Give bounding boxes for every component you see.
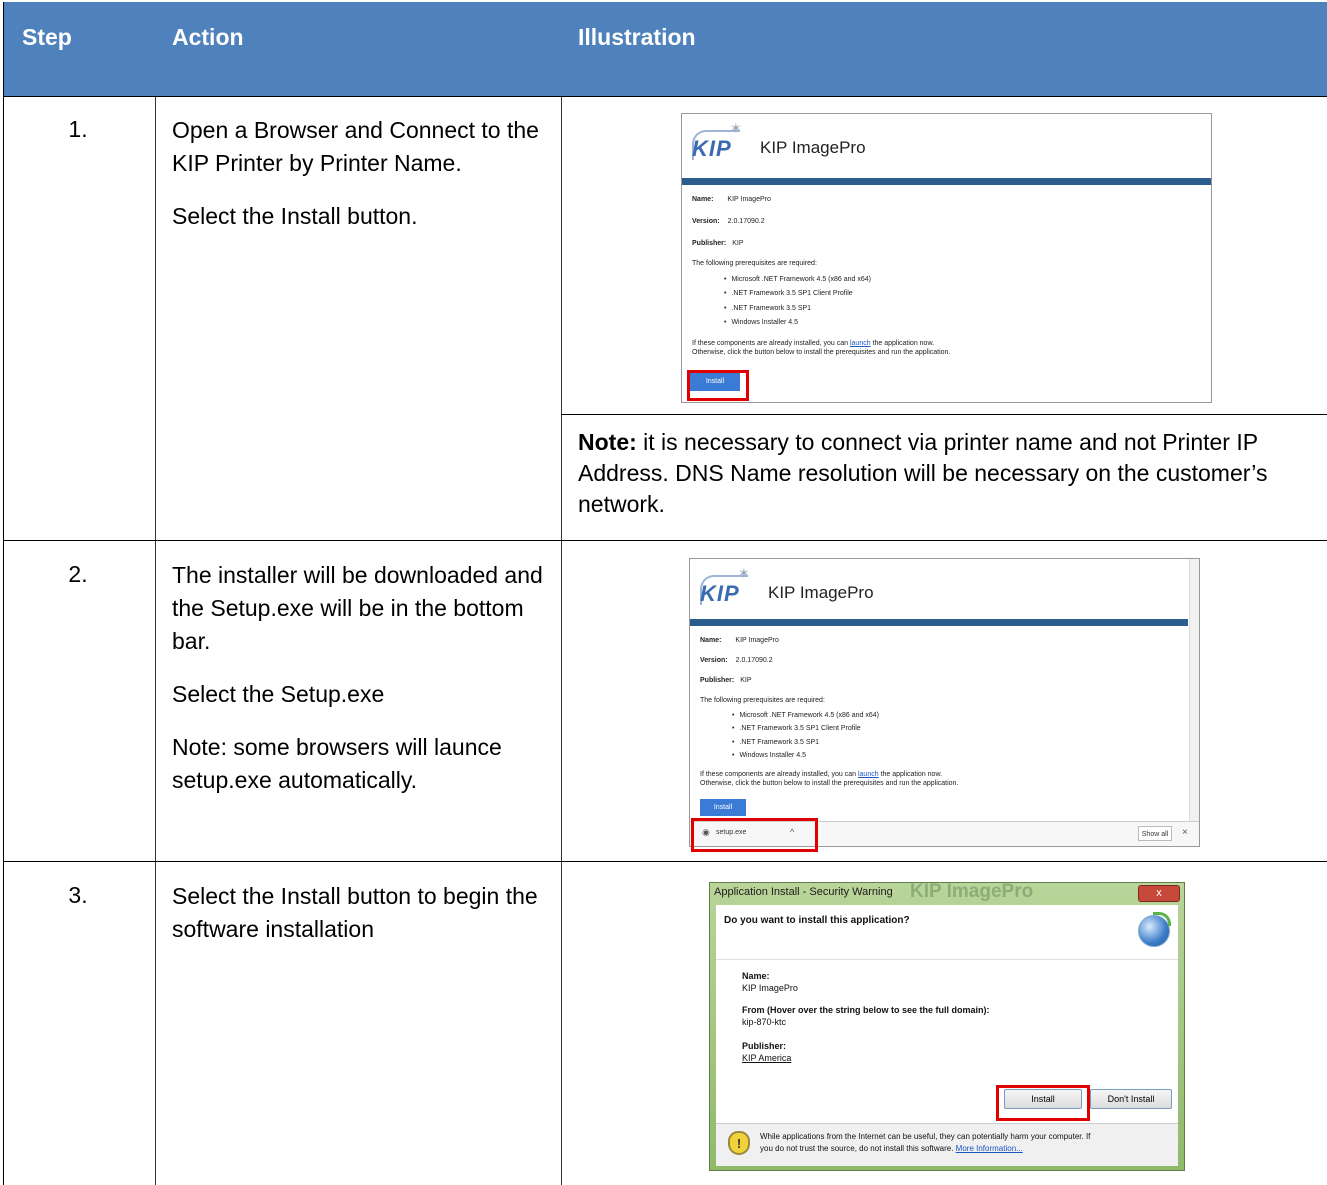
from-value: kip-870-ktc	[742, 1017, 787, 1027]
name-row: Name: KIP ImagePro	[692, 196, 771, 203]
step-number: 3.	[68, 882, 88, 908]
action-text: The installer will be downloaded and the…	[172, 562, 543, 654]
from-label: From (Hover over the string below to see…	[742, 1005, 990, 1015]
header-step: Step	[22, 24, 72, 50]
close-button[interactable]: x	[1138, 885, 1180, 902]
name-row: Name: KIP ImagePro	[700, 637, 779, 644]
action-cell: Open a Browser and Connect to the KIP Pr…	[172, 114, 547, 233]
name-label: Name:	[742, 971, 770, 981]
publisher-row: Publisher: KIP	[692, 240, 744, 247]
publisher-value: KIP	[732, 240, 744, 247]
publisher-label: Publisher:	[742, 1041, 787, 1051]
app-title: KIP ImagePro	[768, 583, 874, 602]
table-header: Step Action Illustration	[4, 2, 1327, 96]
note-label: Note:	[578, 429, 637, 455]
kip-install-screenshot: ✶ KIP KIP ImagePro Name: KIP ImagePro Ver…	[681, 113, 1212, 403]
install-button[interactable]: Install	[700, 799, 746, 816]
dialog-separator	[716, 959, 1178, 960]
prereq-item: .NET Framework 3.5 SP1	[732, 739, 819, 746]
kip-logo-star-icon: ✶	[730, 120, 742, 136]
publisher-link[interactable]: KIP America	[742, 1053, 791, 1063]
header-bar	[682, 178, 1211, 185]
prereq-item: Windows Installer 4.5	[732, 752, 806, 759]
kip-download-screenshot: ✶ KIP KIP ImagePro Name: KIP ImagePro Ver…	[689, 558, 1200, 847]
otherwise-text: Otherwise, click the button below to ins…	[692, 349, 951, 356]
warning-text-line1: While applications from the Internet can…	[760, 1132, 1091, 1141]
kip-logo: KIP	[700, 581, 740, 606]
kip-logo: KIP	[692, 136, 732, 161]
dialog-footer: ! While applications from the Internet c…	[716, 1123, 1178, 1166]
close-icon[interactable]: ×	[1182, 827, 1188, 838]
action-text: Open a Browser and Connect to the KIP Pr…	[172, 117, 539, 176]
name-label: Name:	[700, 637, 722, 644]
highlight-box	[996, 1085, 1090, 1121]
prereq-item: .NET Framework 3.5 SP1	[724, 305, 811, 312]
prereq-item: Microsoft .NET Framework 4.5 (x86 and x6…	[724, 276, 871, 283]
version-row: Version: 2.0.17090.2	[692, 218, 765, 225]
prereq-intro: The following prerequisites are required…	[692, 260, 817, 267]
scrollbar[interactable]	[1189, 559, 1199, 821]
publisher-row: Publisher: KIP	[700, 677, 752, 684]
prereq-intro: The following prerequisites are required…	[700, 697, 825, 704]
globe-icon	[1138, 912, 1171, 947]
highlight-box	[687, 370, 749, 401]
launch-link[interactable]: launch	[850, 340, 871, 347]
launch-link[interactable]: launch	[858, 771, 879, 778]
launch-text: If these components are already installe…	[692, 340, 935, 347]
version-label: Version:	[700, 657, 728, 664]
dialog-body: Do you want to install this application?…	[716, 905, 1178, 1123]
grid-row3-top	[3, 861, 1327, 862]
name-value: KIP ImagePro	[727, 196, 771, 203]
header-illustration: Illustration	[578, 24, 696, 50]
prereq-item: Windows Installer 4.5	[724, 319, 798, 326]
action-text: Note: some browsers will launce setup.ex…	[172, 734, 502, 793]
warning-text-line2: you do not trust the source, do not inst…	[760, 1144, 1023, 1153]
step-number: 1.	[68, 116, 88, 142]
highlight-box	[691, 818, 818, 852]
launch-text: If these components are already installe…	[700, 771, 943, 778]
version-row: Version: 2.0.17090.2	[700, 657, 773, 664]
prereq-item: Microsoft .NET Framework 4.5 (x86 and x6…	[732, 712, 879, 719]
action-text: Select the Install button to begin the s…	[172, 883, 538, 942]
version-value: 2.0.17090.2	[735, 657, 773, 664]
step-number: 2.	[68, 561, 88, 587]
grid-row1-top	[3, 96, 1327, 97]
kip-logo-star-icon: ✶	[738, 565, 750, 581]
dialog-title-background: KIP ImagePro	[910, 881, 1034, 902]
grid-left	[3, 2, 4, 1185]
version-value: 2.0.17090.2	[727, 218, 765, 225]
shield-warning-icon: !	[728, 1131, 750, 1155]
header-bar	[690, 619, 1188, 626]
show-all-button[interactable]: Show all	[1138, 826, 1172, 841]
prereq-item: .NET Framework 3.5 SP1 Client Profile	[724, 290, 852, 297]
security-warning-dialog: Application Install - Security Warning K…	[709, 881, 1185, 1171]
dialog-question: Do you want to install this application?	[724, 915, 910, 926]
action-cell: The installer will be downloaded and the…	[172, 559, 552, 797]
action-cell: Select the Install button to begin the s…	[172, 880, 552, 946]
action-text: Select the Setup.exe	[172, 681, 385, 707]
dialog-title: Application Install - Security Warning	[714, 886, 893, 898]
header-action: Action	[172, 24, 244, 50]
prereq-item: .NET Framework 3.5 SP1 Client Profile	[732, 725, 860, 732]
publisher-label: Publisher:	[700, 677, 735, 684]
note-text: it is necessary to connect via printer n…	[578, 429, 1268, 517]
otherwise-text: Otherwise, click the button below to ins…	[700, 780, 959, 787]
grid-col2	[561, 96, 562, 1185]
publisher-value: KIP	[740, 677, 752, 684]
name-value: KIP ImagePro	[735, 637, 779, 644]
note-cell: Note: it is necessary to connect via pri…	[578, 427, 1313, 520]
name-value: KIP ImagePro	[742, 983, 798, 993]
name-label: Name:	[692, 196, 714, 203]
grid-row2-top	[3, 540, 1327, 541]
action-text: Select the Install button.	[172, 203, 418, 229]
grid-note-top	[561, 414, 1327, 415]
more-information-link[interactable]: More Information...	[956, 1144, 1023, 1153]
publisher-label: Publisher:	[692, 240, 727, 247]
app-title: KIP ImagePro	[760, 138, 866, 157]
grid-col1	[155, 96, 156, 1185]
dont-install-button[interactable]: Don't Install	[1090, 1089, 1172, 1109]
version-label: Version:	[692, 218, 720, 225]
